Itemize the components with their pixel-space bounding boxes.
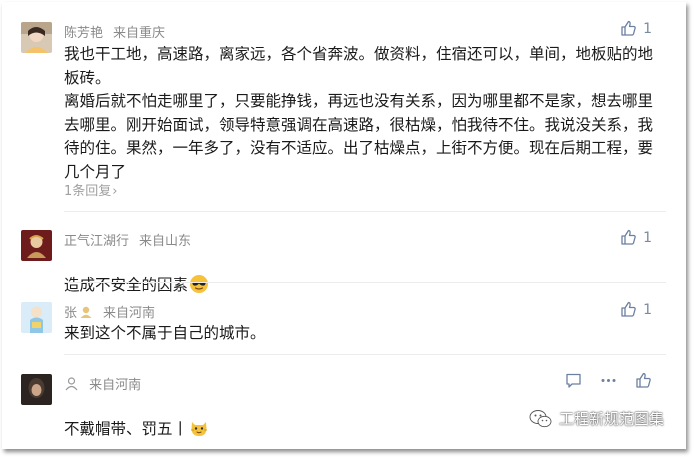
reply-link-label: 1条回复 [64,184,112,199]
comment-author-line: 正气江湖行 来自山东 [64,230,191,249]
reply-comment-icon[interactable] [565,372,582,389]
comment-item: 陈芳艳 来自重庆 1 我也干工地，高速路，离家远，各个省奔波。做资料，住宿还可以，… [2,2,686,212]
comment-text-content: 不戴帽带、罚五丨 [64,419,189,438]
author-name[interactable]: 正气江湖行 [64,234,129,249]
anonymous-user-icon [65,377,78,391]
thumbs-up-icon [621,20,636,36]
avatar[interactable] [21,374,52,405]
comment-panel: 陈芳艳 来自重庆 1 我也干工地，高速路，离家远，各个省奔波。做资料，住宿还可以，… [2,2,686,449]
chevron-right-icon: › [112,184,118,199]
watermark: 工程新规范图集 [529,408,664,429]
divider [64,282,666,283]
user-badge-icon [80,306,92,318]
cat-emoji-icon [191,421,208,436]
thumbs-up-icon [621,301,636,317]
like-count: 1 [643,229,652,246]
author-location: 来自重庆 [113,26,166,41]
watermark-text: 工程新规范图集 [558,410,664,428]
divider [64,354,666,355]
avatar[interactable] [21,302,52,333]
more-options-icon[interactable] [600,372,617,389]
avatar[interactable] [21,22,52,53]
thumbs-up-icon[interactable] [635,372,652,389]
thumbs-up-icon [621,229,636,245]
comment-actions [565,372,652,389]
comment-item: 来自河南 不戴帽带、罚五丨 [2,356,686,449]
comment-item: 张 来自河南 1 来到这个不属于自己的城市。 [2,284,686,356]
wechat-icon [529,409,552,427]
comment-text: 来到这个不属于自己的城市。 [64,324,266,342]
comment-item: 正气江湖行 来自山东 1 造成不安全的因素 [2,212,686,294]
comment-author-line: 张 来自河南 [64,302,155,321]
author-location: 来自山东 [139,234,192,249]
comment-author-line: 陈芳艳 来自重庆 [64,22,165,41]
comment-author-line: 来自河南 [64,374,141,393]
author-location: 来自河南 [103,306,156,321]
like-button[interactable]: 1 [620,301,652,318]
author-name[interactable]: 张 [64,306,77,321]
author-name[interactable]: 陈芳艳 [64,26,103,41]
author-location: 来自河南 [89,378,142,393]
like-button[interactable]: 1 [620,229,652,246]
reply-link[interactable]: 1条回复› [64,180,117,199]
like-count: 1 [643,301,652,318]
avatar[interactable] [21,230,52,261]
like-button[interactable]: 1 [620,20,652,37]
comment-text: 我也干工地，高速路，离家远，各个省奔波。做资料，住宿还可以，单间，地板贴的地板砖… [64,45,654,181]
like-count: 1 [643,20,652,37]
